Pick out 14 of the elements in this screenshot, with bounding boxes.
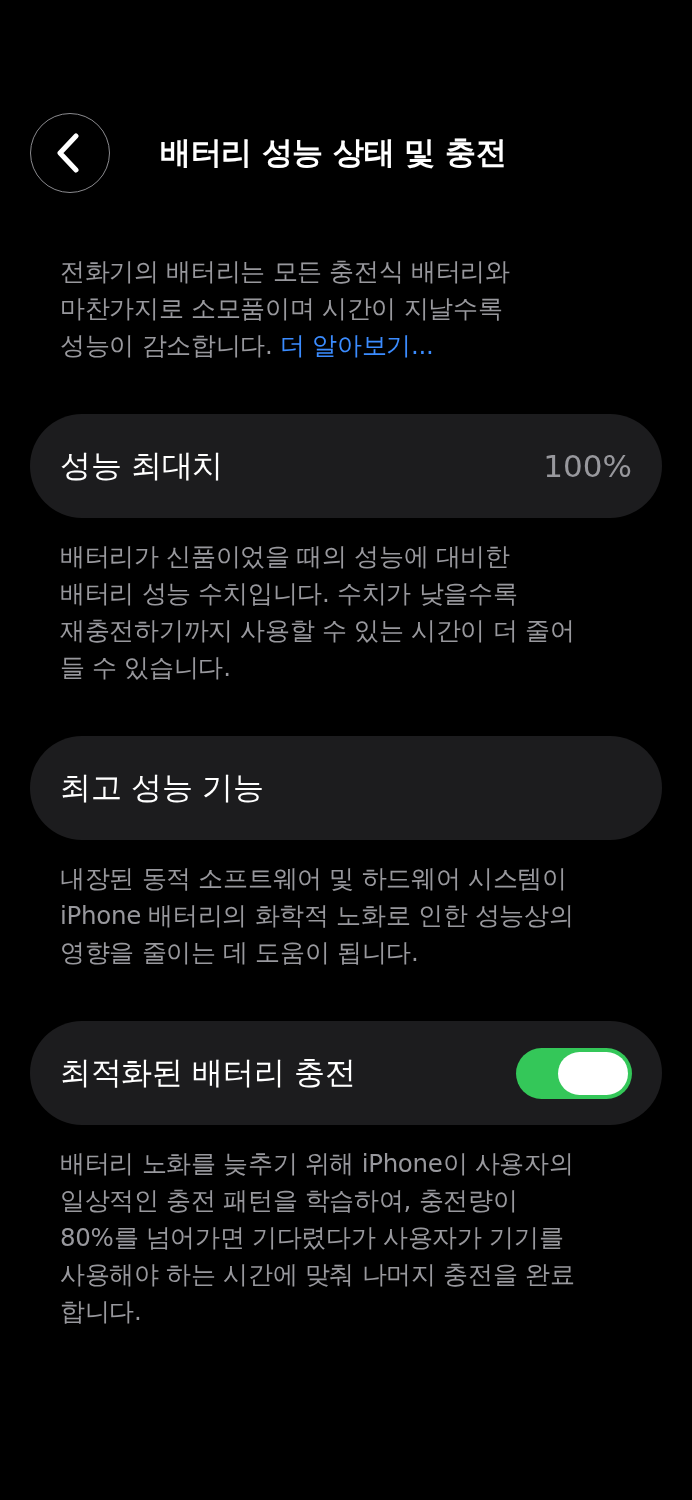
footer-text: 배터리가 신품이었을 때의 성능에 대비한 배터리 성능 수치입니다. 수치가 낮을수록 재충전하기까지 사용할 수 있는 시간이 더 줄어 들 수 있습니다.	[59, 541, 576, 684]
row-label: 성능 최대치	[60, 446, 224, 485]
page-title: 배터리 성능 상태 및 충전	[160, 133, 507, 172]
chevron-left-icon	[55, 133, 81, 173]
toggle-switch[interactable]	[516, 1047, 632, 1099]
footer-text: 배터리 노화를 늦추기 위해 iPhone이 사용자의 일상적인 충전 패턴을 학습하여, 충전량이 80%를 넘어가면 기다렸다가 사용자가 기기를 사용해야 하는 시간에 맞춰 나머지 충전을 완료 합니다.	[59, 1148, 576, 1328]
description-text: 전화기의 배터리는 모든 충전식 배터리와 마찬가지로 소모품이며 시간이 지날수록 성능이 감소합니다. 더 알아보기...	[59, 256, 511, 362]
row-label: 최적화된 배터리 충전	[60, 1053, 356, 1092]
row-value: 100%	[543, 448, 632, 484]
settings-row[interactable]: 성능 최대치 100%	[30, 414, 662, 518]
footer-text: 내장된 동적 소프트웨어 및 하드웨어 시스템이 iPhone 배터리의 화학적 노화로 인한 성능상의 영향을 줄이는 데 도움이 됩니다.	[59, 863, 575, 969]
learn-more-link[interactable]: 더 알아보기...	[280, 331, 434, 360]
row-label: 최고 성능 기능	[60, 768, 264, 807]
settings-row[interactable]: 최고 성능 기능	[30, 736, 662, 840]
